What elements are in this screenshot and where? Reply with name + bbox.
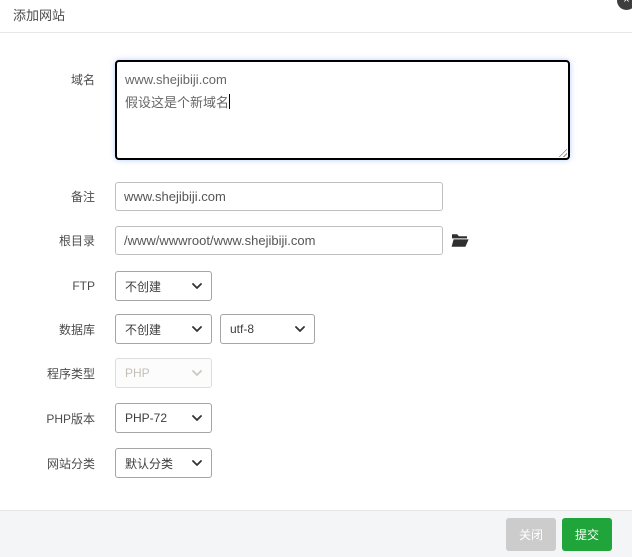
dialog-header: 添加网站: [0, 0, 632, 33]
program-type-label: 程序类型: [46, 366, 95, 381]
text-caret: [229, 94, 231, 109]
form-row-note: 备注: [0, 182, 632, 211]
note-label: 备注: [70, 190, 95, 204]
database-select-value: 不创建: [125, 322, 162, 337]
add-site-dialog: × 添加网站 域名 www.shejibiji.com 假设这是个新域名 备注 …: [0, 0, 632, 557]
dialog-footer: 关闭 提交: [0, 510, 632, 557]
charset-select[interactable]: utf-8: [220, 314, 315, 344]
program-type-select-value: PHP: [125, 366, 150, 380]
php-version-select-value: PHP-72: [125, 411, 168, 425]
php-version-label: PHP版本: [46, 411, 95, 426]
site-category-label: 网站分类: [46, 456, 95, 471]
ftp-select[interactable]: 不创建: [115, 271, 212, 301]
ftp-select-value: 不创建: [125, 279, 162, 294]
chevron-down-icon: [192, 460, 202, 466]
form-row-domain: 域名 www.shejibiji.com 假设这是个新域名: [0, 60, 632, 160]
dialog-title: 添加网站: [13, 8, 66, 23]
ftp-label: FTP: [72, 279, 95, 293]
form-row-php-version: PHP版本 PHP-72: [0, 403, 632, 433]
domain-textarea[interactable]: www.shejibiji.com 假设这是个新域名: [115, 60, 570, 160]
program-type-select: PHP: [115, 358, 212, 388]
site-category-select[interactable]: 默认分类: [115, 448, 212, 478]
domain-label: 域名: [70, 73, 95, 87]
form-row-database: 数据库 不创建 utf-8: [0, 314, 632, 344]
note-input[interactable]: [115, 182, 443, 211]
chevron-down-icon: [192, 326, 202, 332]
site-category-select-value: 默认分类: [125, 456, 174, 471]
database-select[interactable]: 不创建: [115, 314, 212, 344]
submit-button[interactable]: 提交: [561, 517, 612, 551]
domain-line2: 假设这是个新域名: [125, 95, 230, 110]
root-path-input[interactable]: [115, 226, 443, 255]
form-row-program-type: 程序类型 PHP: [0, 358, 632, 388]
form-row-root: 根目录: [0, 226, 632, 255]
database-label: 数据库: [58, 322, 95, 337]
add-site-form: 域名 www.shejibiji.com 假设这是个新域名 备注 根目录: [0, 33, 632, 478]
chevron-down-icon: [192, 283, 202, 289]
form-row-ftp: FTP 不创建: [0, 271, 632, 301]
resize-grip-icon[interactable]: [557, 147, 567, 157]
close-button[interactable]: 关闭: [505, 517, 556, 551]
form-row-site-category: 网站分类 默认分类: [0, 448, 632, 478]
domain-line1: www.shejibiji.com: [125, 72, 227, 87]
chevron-down-icon: [192, 370, 202, 376]
php-version-select[interactable]: PHP-72: [115, 403, 212, 433]
charset-select-value: utf-8: [230, 322, 255, 336]
root-label: 根目录: [58, 234, 95, 248]
chevron-down-icon: [295, 326, 305, 332]
folder-icon[interactable]: [451, 233, 469, 248]
chevron-down-icon: [192, 415, 202, 421]
